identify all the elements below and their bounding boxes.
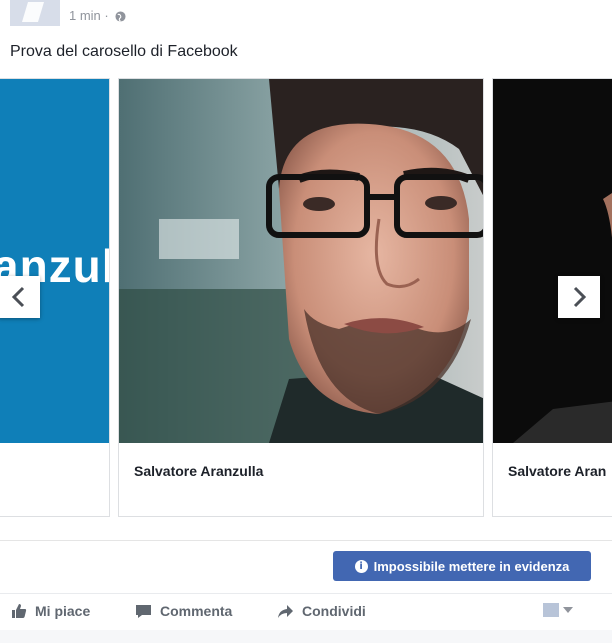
share-label: Condividi: [302, 603, 366, 619]
carousel-card[interactable]: Salvatore Aranzulla: [118, 78, 484, 517]
post-text: Prova del carosello di Facebook: [10, 43, 238, 60]
person-photo: [493, 79, 612, 443]
page-avatar[interactable]: [10, 0, 60, 26]
card-title: Salvatore Aran: [508, 463, 607, 479]
divider: [0, 540, 612, 541]
card-image: [493, 79, 612, 443]
caret-down-icon: [563, 607, 573, 613]
card-image: anzul: [0, 79, 109, 443]
thumbs-up-icon: [12, 604, 27, 618]
carousel-prev-button[interactable]: [0, 276, 40, 318]
share-arrow-icon: [278, 604, 293, 618]
flag-icon: [22, 2, 44, 22]
post-time-text: 1 min: [69, 8, 101, 23]
person-photo: [119, 79, 483, 443]
card-image: [119, 79, 483, 443]
post-timestamp[interactable]: 1 min ·: [69, 8, 126, 23]
share-button[interactable]: Condividi: [277, 603, 366, 619]
page-flag-icon: [543, 603, 559, 617]
comment-button[interactable]: Commenta: [135, 603, 232, 619]
like-button[interactable]: Mi piace: [11, 603, 90, 619]
info-icon: i: [354, 559, 368, 573]
comment-icon: [136, 604, 151, 618]
card-title: Salvatore Aranzulla: [134, 463, 264, 479]
divider: [0, 593, 612, 594]
boost-post-button[interactable]: i Impossibile mettere in evidenza: [333, 551, 591, 581]
carousel: anzul: [0, 78, 612, 519]
chevron-left-icon: [11, 286, 25, 308]
carousel-next-button[interactable]: [558, 276, 600, 318]
like-label: Mi piace: [35, 603, 91, 619]
chevron-right-icon: [573, 286, 587, 308]
globe-icon: [115, 11, 126, 22]
comment-label: Commenta: [160, 603, 233, 619]
audience-selector[interactable]: [543, 603, 573, 617]
boost-label: Impossibile mettere in evidenza: [373, 558, 570, 574]
comments-area: [0, 630, 612, 643]
